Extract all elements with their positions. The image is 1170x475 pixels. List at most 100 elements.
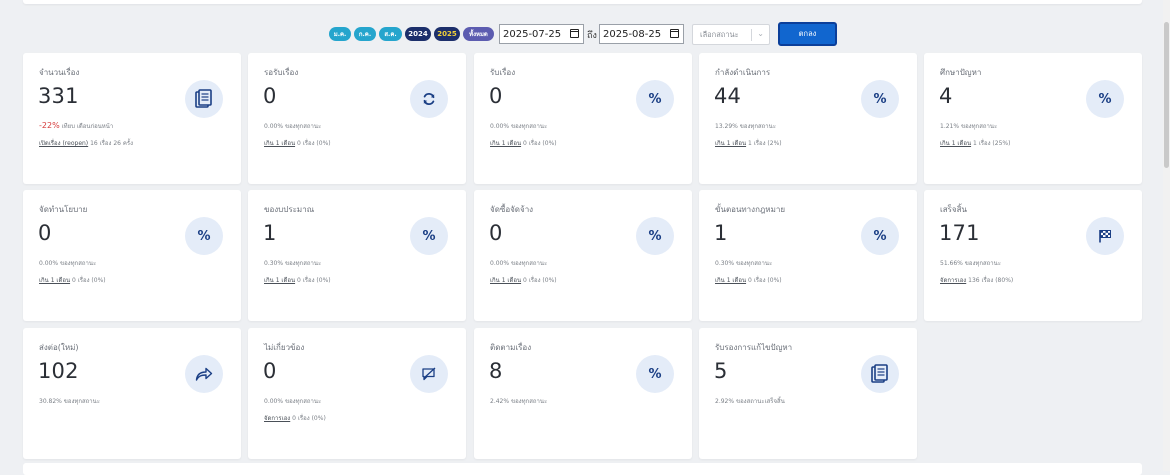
card-percent: 51.66% ของทุกสถานะ	[940, 260, 1001, 267]
card-percent: 0.00% ของทุกสถานะ	[264, 123, 322, 130]
card-value: 1	[263, 221, 277, 245]
card-detail: เกิน 1 เดือน 0 เรื่อง (0%)	[264, 277, 331, 284]
self-managed-link[interactable]: จัดการเอง	[264, 415, 290, 422]
percent-icon: %	[636, 217, 674, 255]
percent-icon: %	[861, 80, 899, 118]
date-to-value: 2025-08-25	[603, 28, 662, 40]
documents-icon	[185, 80, 223, 118]
overdue-link[interactable]: เกิน 1 เดือน	[490, 140, 521, 147]
filter-pill-jan[interactable]: ม.ค.	[329, 27, 351, 41]
card-value: 0	[38, 221, 52, 245]
top-panel	[23, 0, 1142, 4]
stat-card-procurement: จัดซื้อจัดจ้าง 0 % 0.00% ของทุกสถานะ เกิ…	[474, 190, 692, 321]
filter-bar: ม.ค. ก.ค. ส.ค. 2024 2025 ทั้งหมด 2025-07…	[0, 22, 1170, 46]
date-from-input[interactable]: 2025-07-25	[499, 24, 584, 44]
stat-card-received: รับเรื่อง 0 % 0.00% ของทุกสถานะ เกิน 1 เ…	[474, 53, 692, 184]
card-title: ของบประมาณ	[264, 205, 315, 214]
card-title: รับรองการแก้ไขปัญหา	[715, 343, 793, 352]
card-value: 1	[714, 221, 728, 245]
percent-icon: %	[636, 80, 674, 118]
card-percent: 0.00% ของทุกสถานะ	[39, 260, 97, 267]
select-divider	[751, 29, 752, 41]
stat-card-forwarded: ส่งต่อ(ใหม่) 102 30.82% ของทุกสถานะ	[23, 328, 241, 459]
filter-pill-2024[interactable]: 2024	[405, 27, 431, 41]
stat-card-studying: ศึกษาปัญหา 4 % 1.21% ของทุกสถานะ เกิน 1 …	[924, 53, 1142, 184]
card-title: เสร็จสิ้น	[940, 205, 967, 214]
card-title: จัดทำนโยบาย	[39, 205, 88, 214]
status-select-value: เลือกสถานะ	[700, 29, 739, 39]
share-arrow-icon	[185, 355, 223, 393]
card-comparison: -22% เทียบ เดือนก่อนหน้า	[39, 121, 114, 130]
overdue-link[interactable]: เกิน 1 เดือน	[264, 277, 295, 284]
stat-card-budget: ของบประมาณ 1 % 0.30% ของทุกสถานะ เกิน 1 …	[248, 190, 466, 321]
card-value: 4	[939, 84, 953, 108]
card-value: 0	[489, 84, 503, 108]
calendar-icon[interactable]	[670, 29, 679, 38]
percent-icon: %	[636, 355, 674, 393]
stat-card-waiting: รอรับเรื่อง 0 0.00% ของทุกสถานะ เกิน 1 เ…	[248, 53, 466, 184]
overdue-link[interactable]: เกิน 1 เดือน	[715, 277, 746, 284]
date-to-label: ถึง	[587, 31, 597, 41]
card-title: ส่งต่อ(ใหม่)	[39, 343, 79, 352]
card-percent: 30.82% ของทุกสถานะ	[39, 398, 100, 405]
overdue-link[interactable]: เกิน 1 เดือน	[264, 140, 295, 147]
card-value: 8	[489, 359, 503, 383]
card-detail: เกิน 1 เดือน 1 เรื่อง (25%)	[940, 140, 1011, 147]
date-to-input[interactable]: 2025-08-25	[599, 24, 684, 44]
percent-icon: %	[861, 217, 899, 255]
card-percent: 2.42% ของทุกสถานะ	[490, 398, 548, 405]
filter-pill-all[interactable]: ทั้งหมด	[463, 27, 494, 41]
card-percent: 0.30% ของทุกสถานะ	[715, 260, 773, 267]
date-from-value: 2025-07-25	[503, 28, 562, 40]
card-value: 0	[263, 84, 277, 108]
stat-card-irrelevant: ไม่เกี่ยวข้อง 0 0.00% ของทุกสถานะ จัดการ…	[248, 328, 466, 459]
filter-pill-2025[interactable]: 2025	[434, 27, 460, 41]
percent-icon: %	[410, 217, 448, 255]
filter-pill-aug[interactable]: ส.ค.	[379, 27, 402, 41]
stat-card-policy: จัดทำนโยบาย 0 % 0.00% ของทุกสถานะ เกิน 1…	[23, 190, 241, 321]
card-title: ขั้นตอนทางกฎหมาย	[715, 205, 786, 214]
card-detail: จัดการเอง 136 เรื่อง (80%)	[940, 277, 1014, 284]
comment-slash-icon	[410, 355, 448, 393]
card-value: 331	[38, 84, 79, 108]
card-detail: เกิน 1 เดือน 0 เรื่อง (0%)	[264, 140, 331, 147]
status-select[interactable]: เลือกสถานะ ⌄	[692, 24, 770, 45]
card-value: 102	[38, 359, 79, 383]
refresh-icon	[410, 80, 448, 118]
overdue-link[interactable]: เกิน 1 เดือน	[715, 140, 746, 147]
card-value: 0	[489, 221, 503, 245]
percent-icon: %	[1086, 80, 1124, 118]
bottom-panel	[23, 463, 1142, 475]
card-title: รับเรื่อง	[490, 68, 516, 77]
card-detail: เกิน 1 เดือน 0 เรื่อง (0%)	[490, 140, 557, 147]
stat-card-in-progress: กำลังดำเนินการ 44 % 13.29% ของทุกสถานะ เ…	[699, 53, 917, 184]
reopen-link[interactable]: เปิดเรื่อง (reopen)	[39, 140, 88, 147]
filter-pill-jul[interactable]: ก.ค.	[354, 27, 376, 41]
scrollbar-thumb[interactable]	[1164, 22, 1169, 168]
overdue-link[interactable]: เกิน 1 เดือน	[39, 277, 70, 284]
card-title: จำนวนเรื่อง	[39, 68, 80, 77]
card-value: 171	[939, 221, 980, 245]
overdue-link[interactable]: เกิน 1 เดือน	[490, 277, 521, 284]
percent-icon: %	[185, 217, 223, 255]
card-percent: 0.00% ของทุกสถานะ	[264, 398, 322, 405]
card-percent: 0.00% ของทุกสถานะ	[490, 260, 548, 267]
card-value: 44	[714, 84, 742, 108]
checkered-flag-icon	[1086, 217, 1124, 255]
card-title: ไม่เกี่ยวข้อง	[264, 343, 305, 352]
overdue-link[interactable]: เกิน 1 เดือน	[940, 140, 971, 147]
submit-button[interactable]: ตกลง	[778, 22, 837, 46]
calendar-icon[interactable]	[570, 29, 579, 38]
card-value: 5	[714, 359, 728, 383]
self-managed-link[interactable]: จัดการเอง	[940, 277, 966, 284]
card-detail: เกิน 1 เดือน 0 เรื่อง (0%)	[490, 277, 557, 284]
card-detail: เกิน 1 เดือน 0 เรื่อง (0%)	[39, 277, 106, 284]
stat-card-legal: ขั้นตอนทางกฎหมาย 1 % 0.30% ของทุกสถานะ เ…	[699, 190, 917, 321]
stat-card-completed: เสร็จสิ้น 171 51.66% ของทุกสถานะ จัดการเ…	[924, 190, 1142, 321]
card-detail: เกิน 1 เดือน 0 เรื่อง (0%)	[715, 277, 782, 284]
documents-icon	[861, 355, 899, 393]
card-percent: 0.00% ของทุกสถานะ	[490, 123, 548, 130]
card-percent: 13.29% ของทุกสถานะ	[715, 123, 776, 130]
card-detail: เปิดเรื่อง (reopen) 16 เรื่อง 26 ครั้ง	[39, 140, 134, 147]
chevron-down-icon[interactable]: ⌄	[757, 29, 764, 38]
